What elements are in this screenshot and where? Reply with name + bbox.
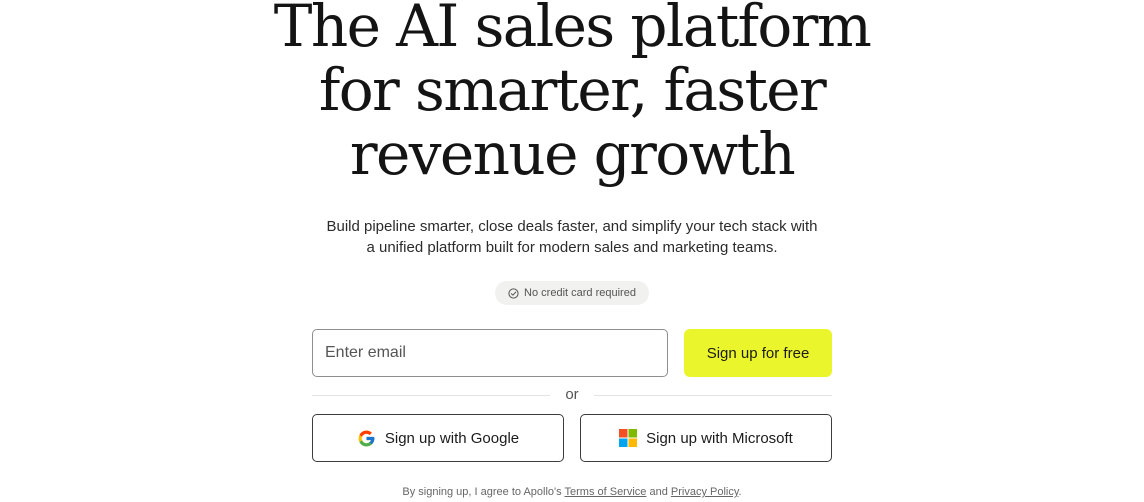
microsoft-icon: [619, 429, 638, 447]
headline-line-1: The AI sales platform: [273, 0, 872, 60]
subtitle-line-2: a unified platform built for modern sale…: [366, 239, 778, 256]
no-credit-card-badge: No credit card required: [495, 281, 649, 305]
subtitle-line-1: Build pipeline smarter, close deals fast…: [326, 218, 818, 235]
sign-up-microsoft-button[interactable]: Sign up with Microsoft: [580, 414, 832, 462]
sign-up-free-button[interactable]: Sign up for free: [684, 329, 832, 377]
headline-line-3: revenue growth: [349, 120, 796, 188]
legal-prefix: By signing up, I agree to Apollo's: [402, 486, 565, 498]
signup-page: The AI sales platform for smarter, faste…: [0, 0, 1144, 502]
divider-line-left: [312, 395, 550, 396]
check-circle-icon: [508, 287, 519, 299]
legal-disclaimer: By signing up, I agree to Apollo's Terms…: [0, 486, 1144, 498]
legal-suffix: .: [738, 486, 742, 498]
badge-text: No credit card required: [524, 287, 636, 299]
privacy-policy-link[interactable]: Privacy Policy: [671, 486, 739, 498]
sign-up-google-button[interactable]: Sign up with Google: [312, 414, 564, 462]
hero-subtitle: Build pipeline smarter, close deals fast…: [300, 216, 844, 258]
microsoft-button-label: Sign up with Microsoft: [646, 429, 793, 447]
google-icon: [357, 429, 376, 448]
terms-of-service-link[interactable]: Terms of Service: [565, 486, 647, 498]
headline-line-2: for smarter, faster: [318, 56, 827, 124]
legal-conjunction: and: [646, 486, 671, 498]
email-input[interactable]: [312, 329, 668, 377]
hero-headline: The AI sales platform for smarter, faste…: [0, 0, 1144, 186]
google-button-label: Sign up with Google: [384, 429, 520, 447]
divider-or-text: or: [565, 386, 579, 403]
divider-line-right: [594, 395, 832, 396]
